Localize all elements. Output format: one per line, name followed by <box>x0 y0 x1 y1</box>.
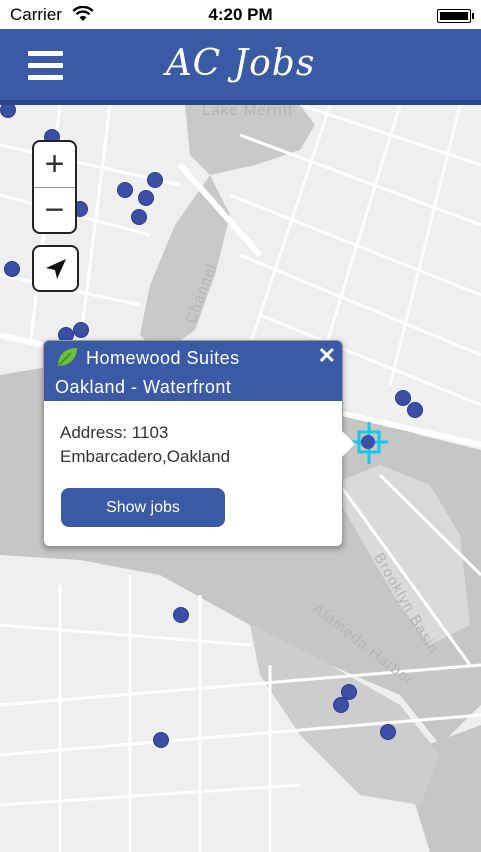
app-title: AC Jobs <box>165 43 316 84</box>
job-location-pin[interactable] <box>408 403 422 417</box>
job-location-pin[interactable] <box>174 608 188 622</box>
address-line: Address: 1103 <box>60 423 169 442</box>
navigation-arrow-icon <box>45 258 66 279</box>
job-location-pin[interactable] <box>148 173 162 187</box>
zoom-control: + − <box>32 140 77 234</box>
job-location-pin[interactable] <box>118 183 132 197</box>
job-location-pin[interactable] <box>132 210 146 224</box>
zoom-in-button[interactable]: + <box>34 142 75 187</box>
app-header: AC Jobs <box>0 29 481 105</box>
job-location-pin[interactable] <box>154 733 168 747</box>
popup-subtitle: Oakland - Waterfront <box>55 377 232 397</box>
address-line: Embarcadero,Oakland <box>60 447 231 466</box>
job-location-pin[interactable] <box>396 391 410 405</box>
job-location-pin[interactable] <box>5 262 19 276</box>
zoom-out-button[interactable]: − <box>34 187 75 233</box>
selected-location-marker[interactable] <box>352 422 388 464</box>
clock: 4:20 PM <box>208 5 273 24</box>
status-bar: Carrier 4:20 PM <box>0 0 481 29</box>
popup-pointer <box>342 431 355 457</box>
job-location-pin[interactable] <box>334 698 348 712</box>
show-jobs-button[interactable]: Show jobs <box>61 488 225 527</box>
job-location-pin[interactable] <box>342 685 356 699</box>
leaf-icon <box>58 348 77 366</box>
location-popup: Homewood Suites Oakland - Waterfront ✕ A… <box>43 340 355 547</box>
popup-header: Homewood Suites Oakland - Waterfront ✕ <box>44 341 342 401</box>
job-location-pin[interactable] <box>1 103 15 117</box>
close-icon[interactable]: ✕ <box>318 343 336 369</box>
popup-address: Address: 1103 Embarcadero,Oakland <box>60 421 230 469</box>
locate-button[interactable] <box>32 245 79 292</box>
job-location-pin[interactable] <box>139 191 153 205</box>
popup-title: Homewood Suites <box>86 348 240 368</box>
job-location-pin[interactable] <box>381 725 395 739</box>
map-label-lake-merritt: Lake Merritt <box>202 105 294 119</box>
job-location-pin[interactable] <box>74 323 88 337</box>
battery-icon <box>437 9 474 23</box>
